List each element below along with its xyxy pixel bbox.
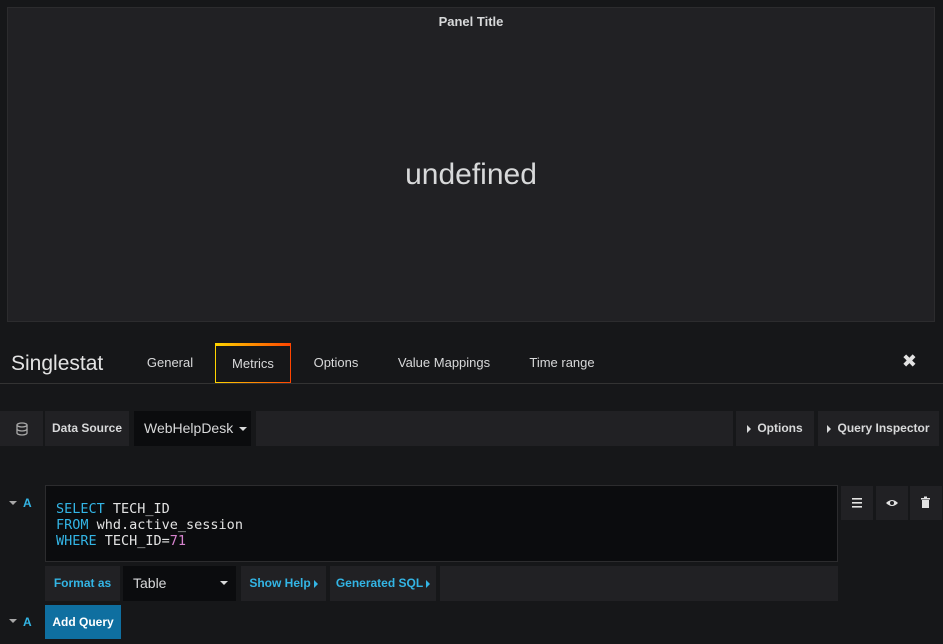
sql-keyword: WHERE [56, 533, 97, 549]
add-query-ref-id: A [23, 615, 32, 629]
collapse-add-query-icon[interactable] [9, 619, 17, 623]
collapse-query-icon[interactable] [9, 501, 17, 505]
caret-right-icon [426, 579, 431, 588]
sql-editor[interactable]: SELECT TECH_ID FROM whd.active_session W… [45, 485, 838, 562]
chevron-down-icon [239, 427, 248, 432]
generated-sql-button[interactable]: Generated SQL [330, 566, 436, 601]
eye-icon[interactable] [876, 486, 908, 520]
sql-text: TECH_ID [104, 501, 170, 517]
datasource-filler [256, 411, 733, 446]
menu-icon[interactable] [841, 486, 873, 520]
tab-general[interactable]: General [137, 343, 203, 382]
options-button-label: Options [757, 421, 803, 435]
sql-number: 71 [169, 533, 187, 549]
tab-value-mappings[interactable]: Value Mappings [386, 343, 502, 382]
caret-right-icon [827, 424, 832, 433]
generated-sql-label: Generated SQL [335, 576, 424, 590]
format-as-select[interactable]: Table [123, 566, 236, 601]
close-icon[interactable]: ✖ [902, 351, 917, 372]
editor-header: Singlestat General Metrics Options Value… [0, 343, 943, 384]
caret-right-icon [747, 424, 752, 433]
query-inspector-button[interactable]: Query Inspector [818, 411, 939, 446]
data-source-select[interactable]: WebHelpDesk [134, 411, 251, 446]
sql-keyword: FROM [56, 517, 89, 533]
database-icon [0, 411, 43, 446]
singlestat-value: undefined [405, 158, 537, 191]
query-inspector-label: Query Inspector [837, 421, 930, 435]
data-source-value: WebHelpDesk [144, 420, 234, 436]
tab-options[interactable]: Options [303, 343, 369, 382]
data-source-label: Data Source [45, 411, 129, 446]
tab-metrics[interactable]: Metrics [215, 343, 291, 383]
format-as-label: Format as [45, 566, 120, 601]
trash-icon[interactable] [910, 486, 942, 520]
sql-text: TECH_ID= [96, 533, 170, 549]
caret-right-icon [313, 579, 318, 588]
format-row-filler [440, 566, 838, 601]
panel: Panel Title undefined [7, 7, 935, 322]
format-as-value: Table [133, 575, 167, 591]
panel-title[interactable]: Panel Title [8, 14, 934, 29]
chevron-down-icon [220, 581, 228, 585]
sql-text: whd.active_session [88, 517, 243, 533]
options-button[interactable]: Options [736, 411, 814, 446]
add-query-button[interactable]: Add Query [45, 605, 121, 639]
show-help-label: Show Help [249, 576, 311, 590]
editor-title: Singlestat [11, 352, 104, 375]
show-help-button[interactable]: Show Help [241, 566, 326, 601]
tab-time-range[interactable]: Time range [519, 343, 605, 382]
query-ref-id: A [23, 496, 32, 510]
sql-keyword: SELECT [56, 501, 105, 517]
